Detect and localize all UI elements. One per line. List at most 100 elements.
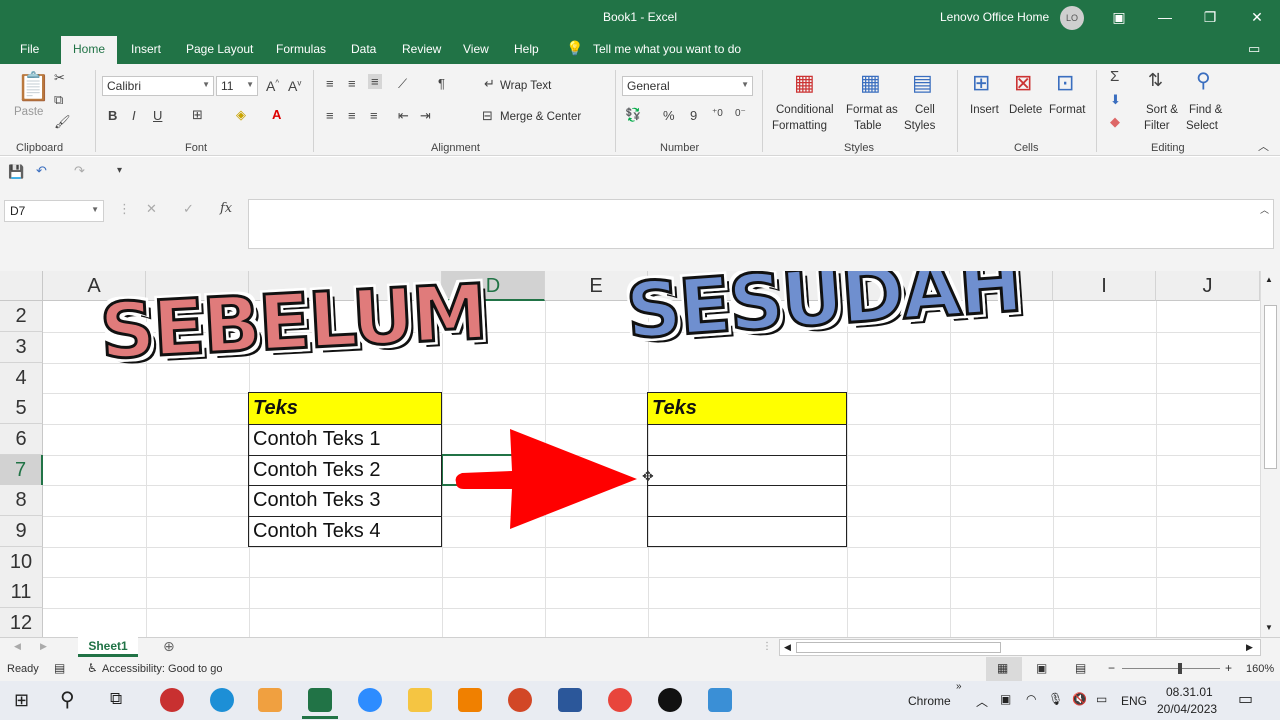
close-button[interactable]: ✕ xyxy=(1242,6,1272,28)
save-icon[interactable]: 💾 xyxy=(8,164,24,180)
recorder-app-icon[interactable] xyxy=(160,688,184,712)
vlc-app-icon[interactable] xyxy=(458,688,482,712)
tab-formulas[interactable]: Formulas xyxy=(276,42,326,56)
conditional-formatting-label-2[interactable]: Formatting xyxy=(772,120,827,132)
italic-button[interactable]: I xyxy=(132,108,136,123)
paste-button[interactable]: Paste xyxy=(14,106,43,118)
edge-app-icon[interactable] xyxy=(210,688,234,712)
scroll-right-icon[interactable]: ▶ xyxy=(1246,642,1253,653)
number-format-select[interactable]: General ▼ xyxy=(622,76,753,96)
conditional-formatting-label-1[interactable]: Conditional xyxy=(776,104,834,116)
align-left-icon[interactable]: ≡ xyxy=(326,108,334,123)
format-as-table-icon[interactable]: ▦ xyxy=(860,70,881,96)
tab-data[interactable]: Data xyxy=(351,42,376,56)
delete-cells-icon[interactable]: ⊠ xyxy=(1014,70,1032,96)
insert-cells-icon[interactable]: ⊞ xyxy=(972,70,990,96)
tell-me-search[interactable]: Tell me what you want to do xyxy=(593,42,741,56)
cell-styles-icon[interactable]: ▤ xyxy=(912,70,933,96)
tab-insert[interactable]: Insert xyxy=(131,42,161,56)
wrap-text-icon[interactable]: ↵ xyxy=(484,76,495,92)
increase-indent-icon[interactable]: ⇥ xyxy=(420,108,431,124)
zoom-slider-thumb[interactable] xyxy=(1178,663,1182,674)
ribbon-display-icon[interactable]: ▣ xyxy=(1104,6,1134,28)
sort-filter-icon[interactable]: ⇅ xyxy=(1148,70,1163,91)
align-middle-icon[interactable]: ≡ xyxy=(348,76,356,91)
align-top-icon[interactable]: ≡ xyxy=(326,76,334,91)
prev-sheet-icon[interactable]: ◀ xyxy=(14,641,21,652)
chrome-app-icon[interactable] xyxy=(608,688,632,712)
underline-button[interactable]: U xyxy=(153,108,162,123)
comments-icon[interactable]: ▭ xyxy=(1248,41,1260,57)
horizontal-scrollbar[interactable]: ◀ ▶ xyxy=(779,639,1261,656)
decrease-font-icon[interactable]: Av xyxy=(288,78,301,94)
split-handle-icon[interactable]: ⋮ xyxy=(762,641,772,652)
format-as-table-label-1[interactable]: Format as xyxy=(846,104,898,116)
merge-center-icon[interactable]: ⊟ xyxy=(482,108,493,124)
language-indicator[interactable]: ENG xyxy=(1121,694,1147,708)
word-app-icon[interactable] xyxy=(558,688,582,712)
accessibility-status[interactable]: Accessibility: Good to go xyxy=(102,663,222,675)
autosum-icon[interactable]: Σ xyxy=(1110,68,1119,85)
expand-formula-icon[interactable]: ︿ xyxy=(1260,203,1269,216)
column-header-j[interactable]: J xyxy=(1156,271,1260,301)
microphone-icon[interactable]: 🎙 xyxy=(1048,692,1063,706)
zoom-in-icon[interactable]: + xyxy=(1225,661,1232,675)
zoom-level[interactable]: 160% xyxy=(1246,663,1274,675)
sort-filter-label-1[interactable]: Sort & xyxy=(1146,104,1178,116)
comma-button[interactable]: 9 xyxy=(690,108,697,123)
sheet-tab-sheet1[interactable]: Sheet1 xyxy=(78,637,138,657)
name-box[interactable]: D7 ▼ xyxy=(4,200,104,222)
zoom-app-icon[interactable] xyxy=(358,688,382,712)
font-color-icon[interactable]: A xyxy=(272,107,281,122)
scroll-left-icon[interactable]: ◀ xyxy=(784,642,791,653)
scroll-up-icon[interactable]: ▲ xyxy=(1265,275,1273,284)
undo-icon[interactable]: ↶ xyxy=(36,163,47,179)
customize-qat-icon[interactable]: ▾ xyxy=(117,165,122,176)
format-painter-icon[interactable]: 🖌 xyxy=(54,114,71,130)
file-explorer-icon[interactable] xyxy=(408,688,432,712)
tab-page-layout[interactable]: Page Layout xyxy=(186,42,253,56)
fill-color-icon[interactable]: ◈ xyxy=(236,107,246,123)
collapse-ribbon-icon[interactable]: ︿ xyxy=(1258,138,1269,154)
sort-filter-label-2[interactable]: Filter xyxy=(1144,120,1170,132)
format-cells-icon[interactable]: ⊡ xyxy=(1056,70,1074,96)
meet-now-icon[interactable]: ▣ xyxy=(1000,692,1011,706)
row-header-3[interactable]: 3 xyxy=(0,332,43,363)
remote-desktop-icon[interactable] xyxy=(708,688,732,712)
search-icon[interactable]: ⚲ xyxy=(60,687,75,712)
decrease-indent-icon[interactable]: ⇤ xyxy=(398,108,409,124)
orientation-icon[interactable]: ⟋ xyxy=(398,76,407,92)
volume-muted-icon[interactable]: 🔇 xyxy=(1072,692,1087,706)
tab-help[interactable]: Help xyxy=(514,42,539,56)
row-header-8[interactable]: 8 xyxy=(0,485,43,516)
page-layout-view-icon[interactable]: ▣ xyxy=(1036,661,1047,675)
zoom-slider[interactable] xyxy=(1122,668,1220,669)
row-header-7[interactable]: 7 xyxy=(0,455,43,486)
cell-styles-label-2[interactable]: Styles xyxy=(904,120,935,132)
notifications-icon[interactable]: ▭ xyxy=(1238,689,1253,709)
align-center-icon[interactable]: ≡ xyxy=(348,108,356,123)
row-header-4[interactable]: 4 xyxy=(0,363,43,394)
battery-icon[interactable]: ▭ xyxy=(1096,692,1107,706)
clear-icon[interactable]: ◆ xyxy=(1110,114,1120,130)
borders-icon[interactable]: ⊞ xyxy=(192,107,203,123)
format-cells-button[interactable]: Format xyxy=(1049,104,1085,116)
row-header-12[interactable]: 12 xyxy=(0,608,43,637)
find-select-label-2[interactable]: Select xyxy=(1186,120,1218,132)
account-name[interactable]: Lenovo Office Home xyxy=(940,10,1049,24)
scroll-down-icon[interactable]: ▼ xyxy=(1265,623,1273,632)
tray-overflow-icon[interactable]: ︿ xyxy=(976,693,988,710)
cancel-icon[interactable]: ✕ xyxy=(146,201,157,217)
tab-home[interactable]: Home xyxy=(61,36,118,64)
accessibility-icon[interactable]: ♿ xyxy=(87,661,98,675)
avatar[interactable]: LO xyxy=(1060,6,1084,30)
windows-start-icon[interactable]: ⊞ xyxy=(14,690,29,711)
row-header-5[interactable]: 5 xyxy=(0,393,43,424)
media-app-icon[interactable] xyxy=(258,688,282,712)
vertical-scrollbar[interactable]: ▲ ▼ xyxy=(1260,271,1280,637)
align-right-icon[interactable]: ≡ xyxy=(370,108,378,123)
conditional-formatting-icon[interactable]: ▦ xyxy=(794,70,815,96)
row-header-6[interactable]: 6 xyxy=(0,424,43,455)
font-size-select[interactable]: 11 ▼ xyxy=(216,76,258,96)
select-all-corner[interactable] xyxy=(0,271,43,301)
